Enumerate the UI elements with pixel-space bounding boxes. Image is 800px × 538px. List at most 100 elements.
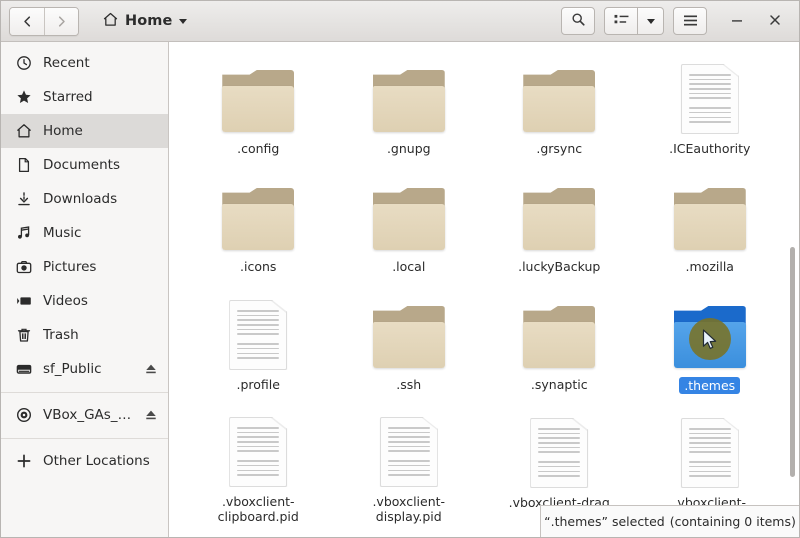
folder-icon: [215, 62, 301, 134]
path-bar-home-button[interactable]: Home: [95, 8, 195, 35]
folder-icon: [366, 298, 452, 370]
sidebar-item-label: Videos: [43, 293, 88, 309]
main-menu-button[interactable]: [673, 7, 707, 35]
search-icon: [571, 12, 586, 31]
sidebar-item-vbox-gas-5[interactable]: VBox_GAs_5…: [1, 398, 168, 432]
hamburger-menu-icon: [683, 12, 698, 31]
folder-icon: [516, 298, 602, 370]
file-item-label: .config: [237, 141, 280, 156]
file-item[interactable]: .mozilla: [635, 170, 786, 288]
file-item-label: .themes: [679, 377, 741, 394]
file-item-label: .ICEauthority: [669, 141, 751, 156]
file-item-label: .mozilla: [685, 259, 734, 274]
sidebar-item-home[interactable]: Home: [1, 114, 168, 148]
file-item-label: .gnupg: [386, 141, 431, 156]
video-icon: [15, 293, 32, 310]
file-item-label: .vboxclient-clipboard.pid: [217, 494, 299, 524]
minimize-button[interactable]: [721, 5, 753, 37]
back-button[interactable]: [10, 7, 44, 35]
sidebar-item-label: Documents: [43, 157, 120, 173]
eject-icon[interactable]: [143, 362, 158, 377]
eject-icon[interactable]: [143, 408, 158, 423]
file-item-label: .icons: [240, 259, 277, 274]
sidebar-item-documents[interactable]: Documents: [1, 148, 168, 182]
forward-button[interactable]: [44, 7, 78, 35]
sidebar-item-label: Home: [43, 123, 83, 139]
sidebar-item-downloads[interactable]: Downloads: [1, 182, 168, 216]
document-icon: [15, 157, 32, 174]
sidebar-item-starred[interactable]: Starred: [1, 80, 168, 114]
document-icon: [667, 62, 753, 134]
file-item[interactable]: .themes: [635, 288, 786, 406]
file-item[interactable]: .profile: [183, 288, 334, 406]
file-item[interactable]: .config: [183, 52, 334, 170]
file-item[interactable]: .luckyBackup: [484, 170, 635, 288]
view-list-icon: [614, 12, 629, 31]
music-icon: [15, 225, 32, 242]
mouse-cursor-highlight: [688, 318, 731, 361]
vertical-scrollbar[interactable]: [786, 42, 799, 537]
file-item[interactable]: .vboxclient-display.pid: [334, 406, 485, 524]
sidebar: Recent Starred Home Documents Downloads Music…: [1, 42, 169, 537]
disc-icon: [15, 407, 32, 424]
folder-icon: [516, 62, 602, 134]
file-item[interactable]: .synaptic: [484, 288, 635, 406]
view-list-button[interactable]: [604, 7, 638, 35]
home-icon: [15, 123, 32, 140]
file-view[interactable]: .config .gnupg .grsync .ICEauthority .icons.…: [169, 42, 799, 537]
window-body: Recent Starred Home Documents Downloads Music…: [1, 42, 799, 537]
file-item[interactable]: .vboxclient-clipboard.pid: [183, 406, 334, 524]
sidebar-item-label: Other Locations: [43, 453, 150, 469]
file-item[interactable]: .local: [334, 170, 485, 288]
view-options-dropdown-button[interactable]: [638, 7, 664, 35]
close-button[interactable]: [759, 5, 791, 37]
folder-icon: [366, 62, 452, 134]
sidebar-item-label: Pictures: [43, 259, 97, 275]
status-bar: “.themes” selected (containing 0 items): [540, 505, 799, 537]
file-item-label: .grsync: [536, 141, 583, 156]
document-icon: [215, 298, 301, 370]
file-item-label: .luckyBackup: [518, 259, 601, 274]
trash-icon: [15, 327, 32, 344]
chevron-down-icon: [179, 18, 188, 24]
document-icon: [215, 416, 301, 487]
file-item[interactable]: .gnupg: [334, 52, 485, 170]
view-mode-button-group: [604, 7, 664, 35]
camera-icon: [15, 259, 32, 276]
sidebar-item-other-locations[interactable]: Other Locations: [1, 444, 168, 478]
sidebar-item-videos[interactable]: Videos: [1, 284, 168, 318]
sidebar-item-label: Music: [43, 225, 82, 241]
file-item[interactable]: .ICEauthority: [635, 52, 786, 170]
sidebar-item-pictures[interactable]: Pictures: [1, 250, 168, 284]
file-item[interactable]: .ssh: [334, 288, 485, 406]
document-icon: [366, 416, 452, 487]
folder-icon: [516, 180, 602, 252]
page-title: Home: [125, 13, 173, 29]
file-item[interactable]: .grsync: [484, 52, 635, 170]
sidebar-item-label: Recent: [43, 55, 90, 71]
sidebar-separator: [1, 438, 168, 439]
drive-icon: [15, 361, 32, 378]
sidebar-item-label: Starred: [43, 89, 93, 105]
file-item-label: .vboxclient-display.pid: [372, 494, 446, 524]
search-button[interactable]: [561, 7, 595, 35]
sidebar-item-trash[interactable]: Trash: [1, 318, 168, 352]
navigation-button-group: [9, 6, 79, 36]
scrollbar-thumb[interactable]: [790, 247, 795, 477]
sidebar-item-sf-public[interactable]: sf_Public: [1, 352, 168, 386]
sidebar-item-label: Downloads: [43, 191, 118, 207]
file-item-label: .synaptic: [530, 377, 588, 392]
folder-icon: [215, 180, 301, 252]
folder-icon: [667, 180, 753, 252]
close-icon: [768, 12, 782, 31]
status-count-text: (containing 0 items): [669, 514, 796, 529]
file-grid: .config .gnupg .grsync .ICEauthority .icons.…: [169, 42, 799, 524]
sidebar-item-music[interactable]: Music: [1, 216, 168, 250]
sidebar-item-label: VBox_GAs_5…: [43, 407, 132, 423]
chevron-down-icon: [646, 18, 655, 24]
download-icon: [15, 191, 32, 208]
file-item[interactable]: .icons: [183, 170, 334, 288]
document-icon: [667, 416, 753, 488]
sidebar-item-recent[interactable]: Recent: [1, 46, 168, 80]
file-item-label: .profile: [236, 377, 280, 392]
